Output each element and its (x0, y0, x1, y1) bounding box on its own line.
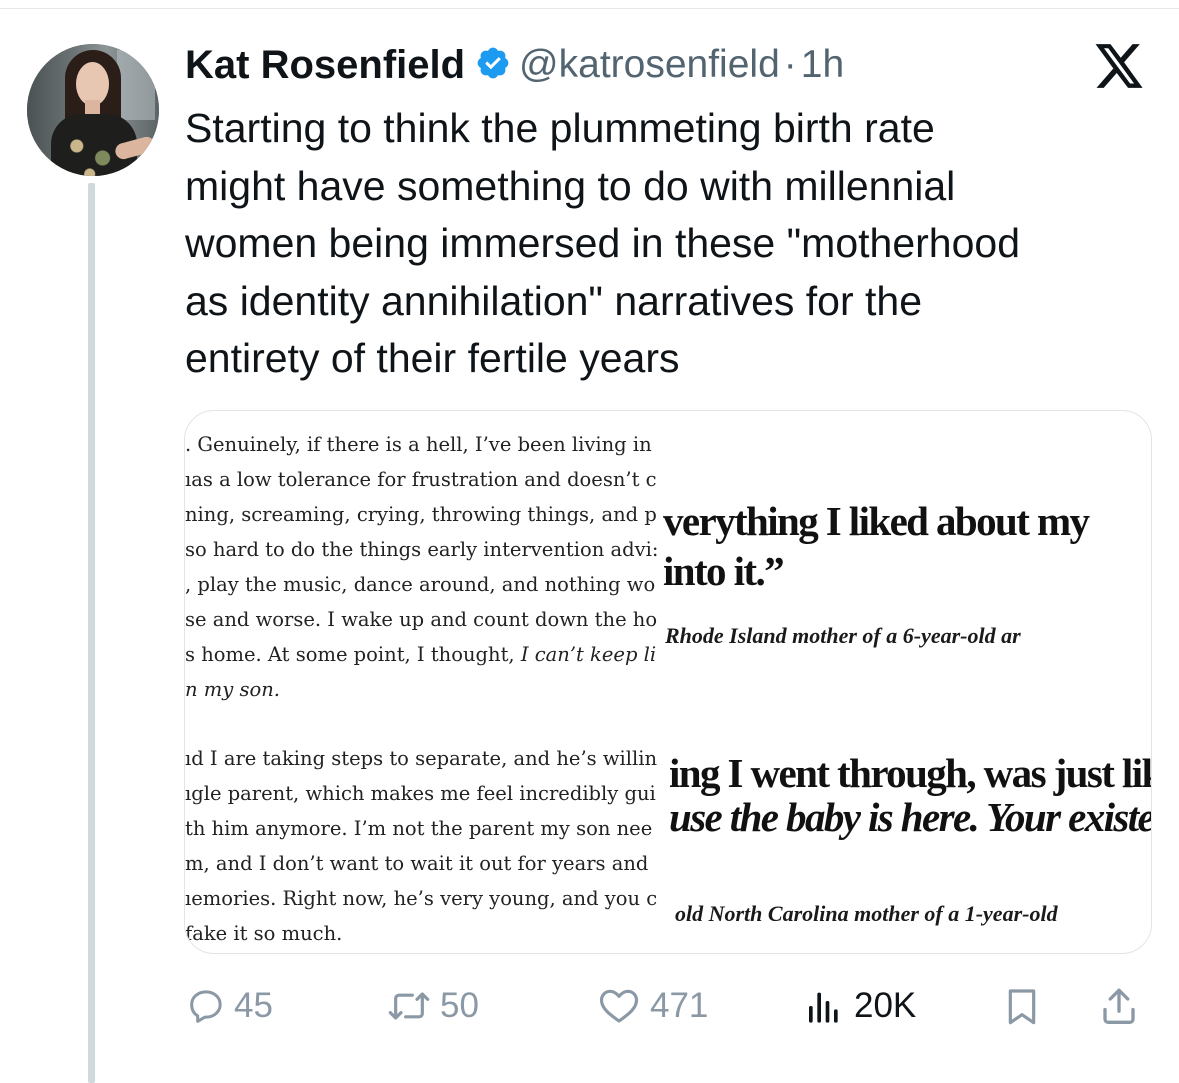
excerpt-line: ıas a low tolerance for frustration and … (185, 468, 657, 491)
excerpt-line: ning, screaming, crying, throwing things… (185, 503, 657, 526)
excerpt-text: s home. At some point, I thought, (185, 643, 521, 666)
excerpt-line: ıemories. Right now, he’s very young, an… (185, 887, 658, 910)
thread-connector-line (88, 183, 95, 1083)
tweet-text-line: as identity annihilation" narratives for… (185, 277, 923, 324)
like-button[interactable]: 471 (596, 982, 708, 1030)
author-name[interactable]: Kat Rosenfield (185, 43, 465, 88)
action-bar: 45 50 471 20K (186, 982, 1146, 1030)
verified-badge-icon (465, 45, 519, 86)
tweet-body: Starting to think the plummeting birth r… (185, 100, 1145, 388)
excerpt-line: th him anymore. I’m not the parent my so… (185, 817, 653, 840)
excerpt-line: so hard to do the things early intervent… (185, 538, 659, 561)
repost-count: 50 (440, 986, 479, 1025)
pull-quote-line: verything I liked about my (663, 498, 1090, 544)
reply-icon (186, 986, 226, 1026)
post-time[interactable]: 1h (801, 43, 844, 87)
separator-dot: · (783, 43, 797, 86)
pull-quote-line: into it.” (663, 548, 785, 594)
views-chart-icon (802, 986, 846, 1026)
article-excerpt: . Genuinely, if there is a hell, I’ve be… (185, 427, 663, 947)
like-count: 471 (650, 986, 709, 1025)
x-logo-icon[interactable] (1092, 42, 1146, 90)
excerpt-line: , play the music, dance around, and noth… (185, 573, 656, 596)
top-divider (0, 8, 1179, 9)
pull-quote-line: ing I went through, was just lik (669, 750, 1151, 796)
repost-icon (386, 986, 432, 1026)
reply-button[interactable]: 45 (186, 982, 273, 1030)
tweet-text-line: might have something to do with millenni… (185, 162, 956, 209)
excerpt-line: s home. At some point, I thought, I can’… (185, 637, 663, 672)
views-count: 20K (854, 986, 917, 1025)
bookmark-button[interactable] (1002, 982, 1042, 1030)
quote-caption: old North Carolina mother of a 1-year-ol… (675, 901, 1058, 926)
tweet-text-line: women being immersed in these "motherhoo… (185, 220, 1020, 266)
excerpt-line: n my son. (185, 672, 663, 707)
excerpt-line: fake it so much. (185, 922, 343, 945)
pull-quotes: verything I liked about my into it.” Rho… (663, 411, 1151, 953)
pull-quote-line: use the baby is here. Your existenc (669, 794, 1151, 840)
share-icon (1098, 985, 1140, 1027)
avatar[interactable] (27, 44, 159, 176)
share-button[interactable] (1098, 982, 1140, 1030)
excerpt-line: ıgle parent, which makes me feel incredi… (185, 782, 656, 805)
excerpt-line: . Genuinely, if there is a hell, I’ve be… (185, 433, 652, 456)
heart-icon (596, 986, 642, 1026)
bookmark-icon (1002, 985, 1042, 1027)
excerpt-italic-text: I can’t keep li (520, 643, 657, 666)
tweet-text-line: Starting to think the plummeting birth r… (185, 105, 935, 151)
author-handle[interactable]: @katrosenfield (519, 43, 780, 87)
reply-count: 45 (234, 986, 273, 1025)
quote-caption: Rhode Island mother of a 6-year-old ar (665, 623, 1021, 648)
views-button[interactable]: 20K (802, 982, 916, 1030)
excerpt-line: m, and I don’t want to wait it out for y… (185, 852, 649, 875)
tweet-header: Kat Rosenfield @katrosenfield · 1h (185, 40, 844, 90)
tweet-text-line: entirety of their fertile years (185, 335, 680, 381)
repost-button[interactable]: 50 (386, 982, 479, 1030)
excerpt-line: ıd I are taking steps to separate, and h… (185, 747, 658, 770)
excerpt-italic-text: n my son. (185, 678, 280, 701)
media-image[interactable]: . Genuinely, if there is a hell, I’ve be… (184, 410, 1152, 954)
excerpt-line: se and worse. I wake up and count down t… (185, 608, 658, 631)
